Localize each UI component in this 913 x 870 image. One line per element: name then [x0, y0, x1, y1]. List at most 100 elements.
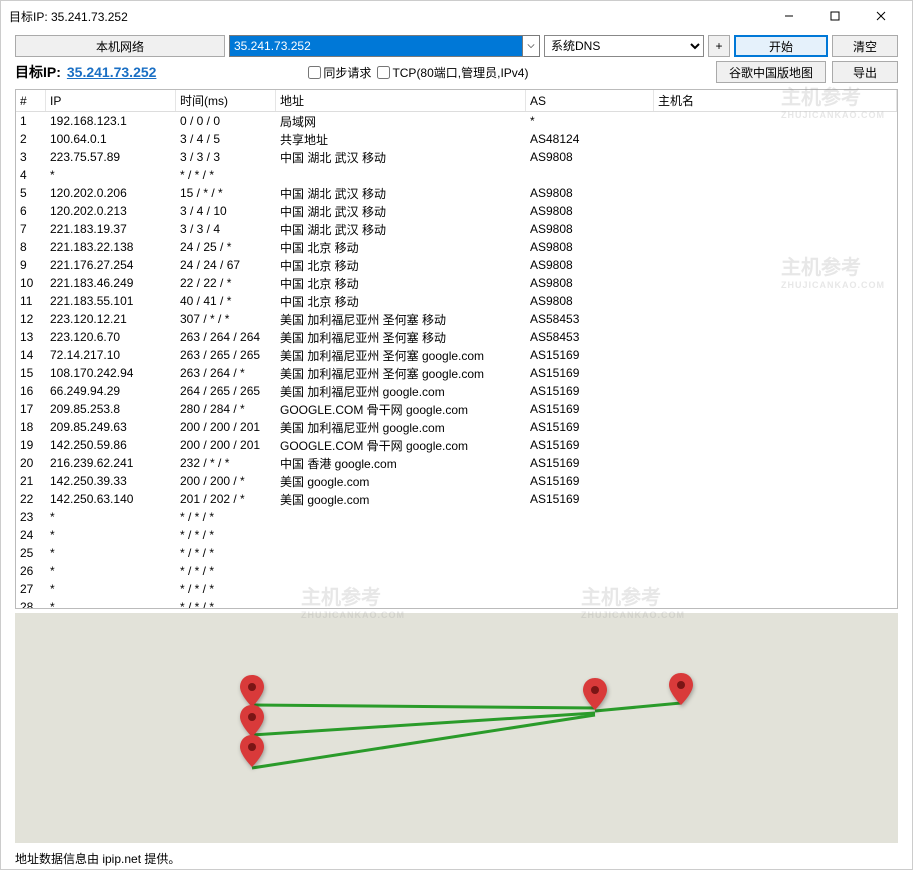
cell-index: 27	[16, 582, 46, 596]
table-row[interactable]: 7221.183.19.373 / 3 / 4中国 湖北 武汉 移动AS9808	[16, 220, 897, 238]
cell-index: 4	[16, 168, 46, 182]
maximize-button[interactable]	[812, 1, 858, 31]
target-ip-label: 目标IP:	[15, 62, 61, 82]
table-row[interactable]: 8221.183.22.13824 / 25 / *中国 北京 移动AS9808	[16, 238, 897, 256]
cell-index: 7	[16, 222, 46, 236]
cell-as: AS15169	[526, 474, 654, 488]
table-row[interactable]: 9221.176.27.25424 / 24 / 67中国 北京 移动AS980…	[16, 256, 897, 274]
cell-address: 中国 湖北 武汉 移动	[276, 203, 526, 220]
table-row[interactable]: 20216.239.62.241232 / * / *中国 香港 google.…	[16, 454, 897, 472]
cell-ip: 120.202.0.213	[46, 204, 176, 218]
route-map	[15, 613, 898, 843]
cell-ip: 223.120.6.70	[46, 330, 176, 344]
tcp-checkbox[interactable]: TCP(80端口,管理员,IPv4)	[377, 64, 528, 81]
table-row[interactable]: 21142.250.39.33200 / 200 / *美国 google.co…	[16, 472, 897, 490]
cell-ip: *	[46, 168, 176, 182]
cell-address: 中国 香港 google.com	[276, 455, 526, 472]
dns-select[interactable]: 系统DNS	[544, 35, 704, 57]
cell-index: 14	[16, 348, 46, 362]
table-body[interactable]: 1192.168.123.10 / 0 / 0局域网*2100.64.0.13 …	[16, 112, 897, 608]
cell-as: AS9808	[526, 240, 654, 254]
table-row[interactable]: 18209.85.249.63200 / 200 / 201美国 加利福尼亚州 …	[16, 418, 897, 436]
cell-time: 201 / 202 / *	[176, 492, 276, 506]
cell-index: 24	[16, 528, 46, 542]
local-network-button[interactable]: 本机网络	[15, 35, 225, 57]
col-ip[interactable]: IP	[46, 90, 176, 111]
cell-address: 中国 北京 移动	[276, 293, 526, 310]
cell-ip: 120.202.0.206	[46, 186, 176, 200]
cell-index: 10	[16, 276, 46, 290]
map-panel[interactable]	[15, 613, 898, 843]
cell-ip: 209.85.253.8	[46, 402, 176, 416]
cell-address: 美国 加利福尼亚州 圣何塞 google.com	[276, 365, 526, 382]
cell-address: 中国 北京 移动	[276, 257, 526, 274]
table-row[interactable]: 1472.14.217.10263 / 265 / 265美国 加利福尼亚州 圣…	[16, 346, 897, 364]
col-address[interactable]: 地址	[276, 90, 526, 111]
table-row[interactable]: 22142.250.63.140201 / 202 / *美国 google.c…	[16, 490, 897, 508]
table-row[interactable]: 2100.64.0.13 / 4 / 5共享地址AS48124	[16, 130, 897, 148]
cell-ip: 66.249.94.29	[46, 384, 176, 398]
cell-as: AS48124	[526, 132, 654, 146]
ip-combobox[interactable]	[229, 35, 540, 57]
table-row[interactable]: 11221.183.55.10140 / 41 / *中国 北京 移动AS980…	[16, 292, 897, 310]
start-button[interactable]: 开始	[734, 35, 828, 57]
table-row[interactable]: 15108.170.242.94263 / 264 / *美国 加利福尼亚州 圣…	[16, 364, 897, 382]
table-row[interactable]: 23** / * / *	[16, 508, 897, 526]
clear-button[interactable]: 清空	[832, 35, 898, 57]
toolbar-row-2: 目标IP: 35.241.73.252 同步请求 TCP(80端口,管理员,IP…	[1, 59, 912, 87]
table-row[interactable]: 13223.120.6.70263 / 264 / 264美国 加利福尼亚州 圣…	[16, 328, 897, 346]
table-row[interactable]: 19142.250.59.86200 / 200 / 201GOOGLE.COM…	[16, 436, 897, 454]
col-as[interactable]: AS	[526, 90, 654, 111]
minimize-button[interactable]	[766, 1, 812, 31]
table-row[interactable]: 28** / * / *	[16, 598, 897, 608]
col-hostname[interactable]: 主机名	[654, 90, 897, 111]
cell-address: GOOGLE.COM 骨干网 google.com	[276, 401, 526, 418]
cell-address: 美国 google.com	[276, 491, 526, 508]
chevron-down-icon[interactable]	[522, 35, 540, 57]
col-time[interactable]: 时间(ms)	[176, 90, 276, 111]
col-index[interactable]: #	[16, 90, 46, 111]
close-button[interactable]	[858, 1, 904, 31]
cell-index: 21	[16, 474, 46, 488]
add-button[interactable]: +	[708, 35, 730, 57]
table-row[interactable]: 25** / * / *	[16, 544, 897, 562]
cell-time: 263 / 264 / *	[176, 366, 276, 380]
cell-ip: 221.183.22.138	[46, 240, 176, 254]
export-button[interactable]: 导出	[832, 61, 898, 83]
table-row[interactable]: 17209.85.253.8280 / 284 / *GOOGLE.COM 骨干…	[16, 400, 897, 418]
cell-ip: 142.250.39.33	[46, 474, 176, 488]
cell-address: 共享地址	[276, 131, 526, 148]
cell-as: AS9808	[526, 294, 654, 308]
table-row[interactable]: 4** / * / *	[16, 166, 897, 184]
cell-index: 28	[16, 600, 46, 608]
table-row[interactable]: 3223.75.57.893 / 3 / 3中国 湖北 武汉 移动AS9808	[16, 148, 897, 166]
cell-ip: 221.183.55.101	[46, 294, 176, 308]
table-row[interactable]: 24** / * / *	[16, 526, 897, 544]
cell-ip: *	[46, 528, 176, 542]
cell-as: AS15169	[526, 366, 654, 380]
table-row[interactable]: 27** / * / *	[16, 580, 897, 598]
table-row[interactable]: 1192.168.123.10 / 0 / 0局域网*	[16, 112, 897, 130]
google-cn-map-button[interactable]: 谷歌中国版地图	[716, 61, 826, 83]
ip-input[interactable]	[229, 35, 522, 57]
target-ip-link[interactable]: 35.241.73.252	[67, 64, 157, 80]
cell-as: AS9808	[526, 204, 654, 218]
cell-ip: 221.176.27.254	[46, 258, 176, 272]
table-row[interactable]: 10221.183.46.24922 / 22 / *中国 北京 移动AS980…	[16, 274, 897, 292]
toolbar-row-1: 本机网络 系统DNS + 开始 清空	[1, 31, 912, 59]
table-row[interactable]: 26** / * / *	[16, 562, 897, 580]
sync-request-checkbox[interactable]: 同步请求	[308, 64, 371, 81]
cell-address: 美国 加利福尼亚州 圣何塞 移动	[276, 329, 526, 346]
cell-ip: 72.14.217.10	[46, 348, 176, 362]
cell-time: 263 / 265 / 265	[176, 348, 276, 362]
map-pin-icon	[583, 678, 607, 710]
cell-address: 美国 google.com	[276, 473, 526, 490]
table-row[interactable]: 6120.202.0.2133 / 4 / 10中国 湖北 武汉 移动AS980…	[16, 202, 897, 220]
table-row[interactable]: 1666.249.94.29264 / 265 / 265美国 加利福尼亚州 g…	[16, 382, 897, 400]
cell-time: 24 / 25 / *	[176, 240, 276, 254]
table-row[interactable]: 5120.202.0.20615 / * / *中国 湖北 武汉 移动AS980…	[16, 184, 897, 202]
cell-time: 200 / 200 / 201	[176, 420, 276, 434]
table-row[interactable]: 12223.120.12.21307 / * / *美国 加利福尼亚州 圣何塞 …	[16, 310, 897, 328]
titlebar: 目标IP: 35.241.73.252	[1, 1, 912, 31]
cell-ip: 108.170.242.94	[46, 366, 176, 380]
